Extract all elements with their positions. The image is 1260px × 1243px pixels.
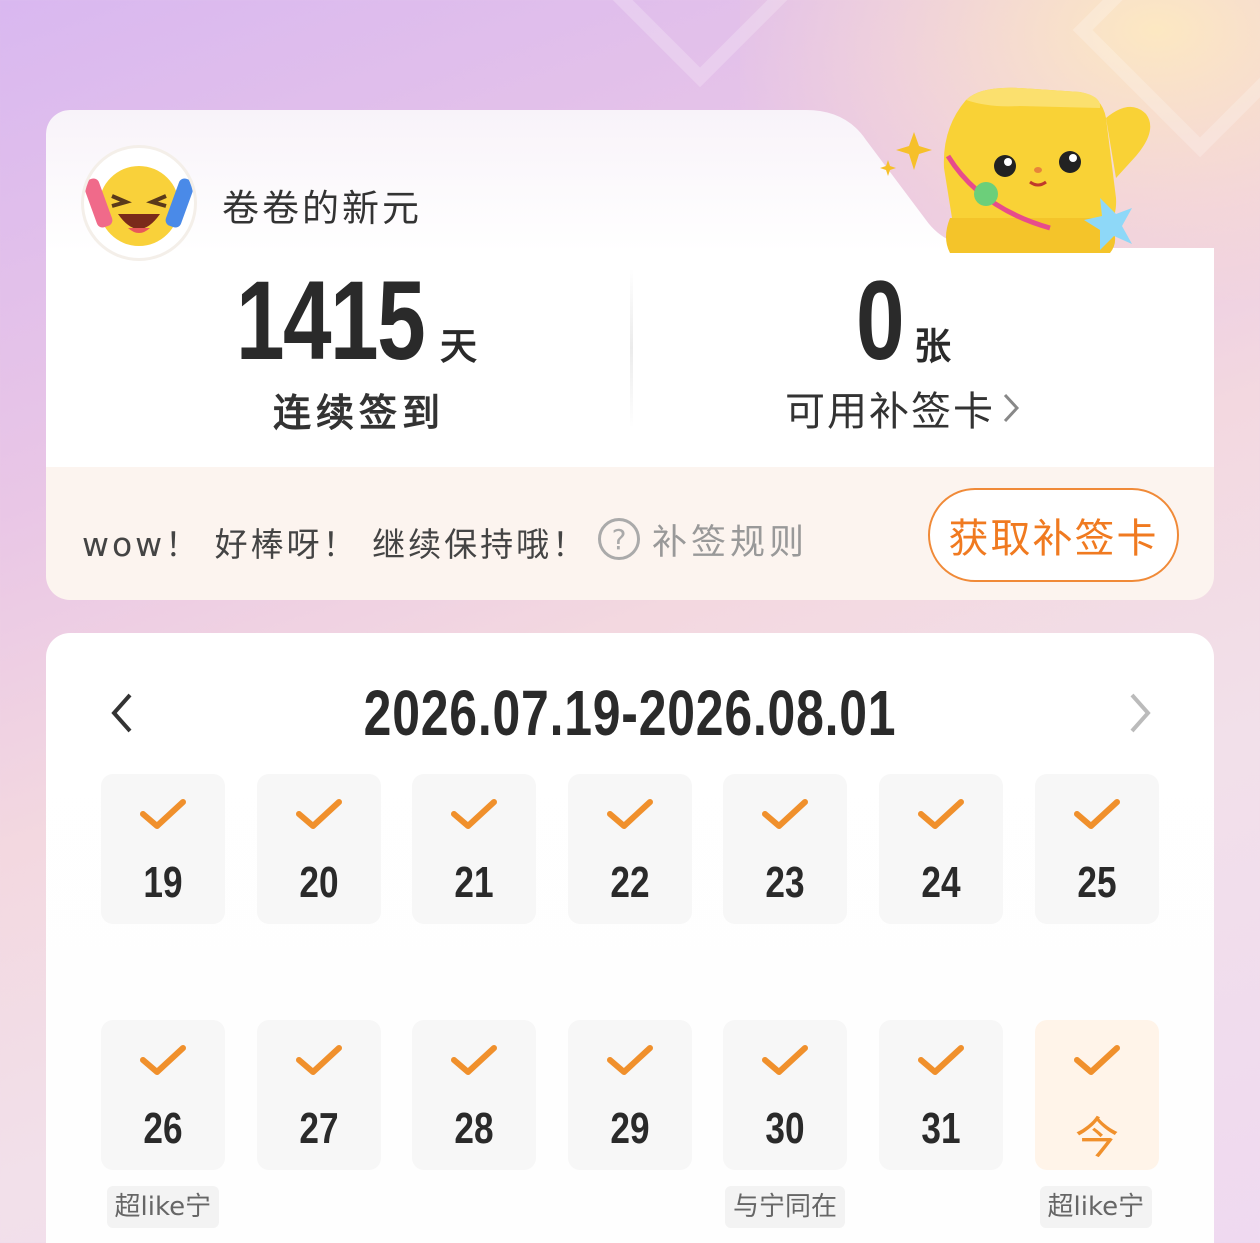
calendar-day-label: 29	[610, 1104, 650, 1153]
checkmark-icon	[1073, 1044, 1121, 1078]
calendar-day-label: 22	[610, 858, 650, 907]
get-makeup-card-button[interactable]: 获取补签卡	[928, 488, 1179, 582]
calendar-day[interactable]: 20	[257, 774, 381, 924]
calendar-day-label: 26	[143, 1104, 183, 1153]
chevron-right-icon	[1001, 391, 1021, 425]
rules-label: 补签规则	[652, 522, 809, 563]
laughing-emoji-icon	[84, 166, 194, 246]
calendar-day[interactable]: 31	[879, 1020, 1003, 1170]
calendar-day-label: 31	[921, 1104, 961, 1153]
calendar-day[interactable]: 22	[568, 774, 692, 924]
calendar-day[interactable]: 28	[412, 1020, 536, 1170]
calendar-day[interactable]: 24	[879, 774, 1003, 924]
calendar-day[interactable]: 26	[101, 1020, 225, 1170]
checkmark-icon	[450, 1044, 498, 1078]
calendar-day[interactable]: 30	[723, 1020, 847, 1170]
rules-link[interactable]: ? 补签规则	[598, 516, 809, 563]
username: 卷卷的新元	[222, 187, 422, 230]
calendar-day-label: 27	[299, 1104, 339, 1153]
checkmark-icon	[450, 798, 498, 832]
calendar-day-label: 今	[1075, 1113, 1119, 1164]
avatar[interactable]	[84, 148, 194, 258]
stats-divider	[630, 268, 633, 428]
calendar-day[interactable]: 29	[568, 1020, 692, 1170]
calendar-day[interactable]: 19	[101, 774, 225, 924]
calendar-day[interactable]: 25	[1035, 774, 1159, 924]
checkmark-icon	[606, 798, 654, 832]
streak-label: 连续签到	[273, 391, 446, 435]
checkmark-icon	[139, 1044, 187, 1078]
chevron-left-icon[interactable]	[102, 683, 142, 743]
checkmark-icon	[295, 1044, 343, 1078]
checkmark-icon	[917, 1044, 965, 1078]
calendar-day-label: 23	[765, 858, 805, 907]
makeup-cards-link[interactable]: 可用补签卡	[785, 380, 1021, 436]
checkmark-icon	[761, 1044, 809, 1078]
calendar-day-label: 30	[765, 1104, 805, 1153]
encouragement-message: wow！ 好棒呀！ 继续保持哦！	[82, 525, 589, 564]
checkmark-icon	[1073, 798, 1121, 832]
date-range-title: 2026.07.19-2026.08.01	[363, 677, 897, 749]
checkmark-icon	[761, 798, 809, 832]
chevron-right-icon[interactable]	[1120, 683, 1160, 743]
checkmark-icon	[917, 798, 965, 832]
sparkle-icon	[880, 132, 932, 176]
streak-days-unit: 天	[440, 325, 477, 368]
calendar-day-tag: 与宁同在	[725, 1186, 846, 1228]
streak-days-value: 1415	[236, 258, 426, 383]
calendar-day-tag: 超like宁	[1039, 1186, 1153, 1228]
checkmark-icon	[139, 798, 187, 832]
makeup-cards-label: 可用补签卡	[785, 389, 995, 435]
mascot-illustration	[880, 87, 1151, 253]
calendar-day-label: 28	[454, 1104, 494, 1153]
makeup-cards-value: 0	[856, 258, 905, 383]
calendar-day[interactable]: 23	[723, 774, 847, 924]
checkmark-icon	[606, 1044, 654, 1078]
calendar-day-label: 19	[143, 858, 183, 907]
calendar-day[interactable]: 27	[257, 1020, 381, 1170]
checkmark-icon	[295, 798, 343, 832]
question-circle-icon: ?	[598, 518, 640, 560]
makeup-cards-unit: 张	[914, 325, 951, 368]
calendar-day-label: 21	[454, 858, 494, 907]
calendar-day-today[interactable]: 今	[1035, 1020, 1159, 1170]
calendar-day-label: 24	[921, 858, 961, 907]
calendar-day-label: 25	[1077, 858, 1117, 907]
calendar-day-tag: 超like宁	[106, 1186, 220, 1228]
calendar-day-label: 20	[299, 858, 339, 907]
calendar-day[interactable]: 21	[412, 774, 536, 924]
